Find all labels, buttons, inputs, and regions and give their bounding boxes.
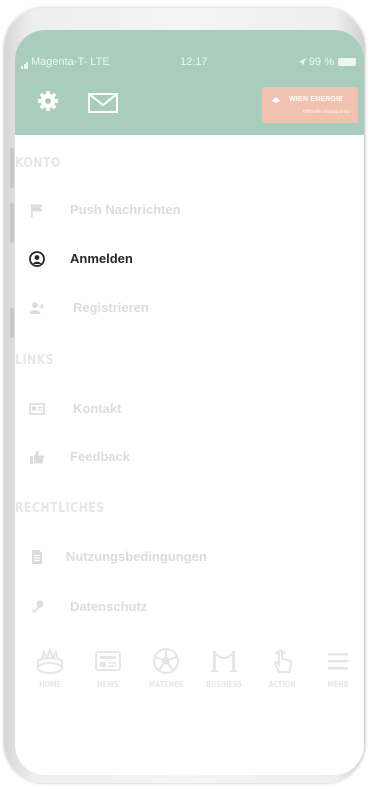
stadium-icon xyxy=(37,647,63,674)
volume-down-button xyxy=(10,203,14,243)
add-user-icon xyxy=(29,302,45,314)
sponsor-logo-name: WIEN ENERGIE xyxy=(289,96,344,103)
sponsor-logo-subtitle: Offizieller Hauptsponsor xyxy=(303,109,351,114)
menu-item-label: Kontakt xyxy=(73,401,122,416)
tab-label: BUSINESS xyxy=(206,680,242,689)
contact-card-icon xyxy=(29,403,45,415)
clock: 12:17 xyxy=(180,56,208,68)
battery-label: 99 % xyxy=(298,56,334,68)
sponsor-logo-mark-icon xyxy=(272,97,280,103)
tab-label: MATCHES xyxy=(148,680,184,689)
bottom-tab-bar: HOME NEWS MATCHES BUSINESS ACTION MEHR xyxy=(15,640,364,710)
section-title-konto: KONTO xyxy=(15,156,61,171)
document-icon xyxy=(32,550,42,564)
menu-item-anmelden[interactable]: Anmelden xyxy=(15,244,364,274)
menu-item-label: Feedback xyxy=(70,449,130,464)
menu-item-label: Registrieren xyxy=(73,300,149,315)
tab-action[interactable]: ACTION xyxy=(253,640,311,710)
thumbs-up-icon xyxy=(30,451,45,464)
tab-matches[interactable]: MATCHES xyxy=(137,640,195,710)
hamburger-menu-icon xyxy=(328,653,348,670)
menu-item-kontakt[interactable]: Kontakt xyxy=(15,394,364,424)
tab-label: ACTION xyxy=(268,680,296,689)
tab-label: MEHR xyxy=(327,680,349,689)
newspaper-icon xyxy=(95,651,121,671)
tab-business[interactable]: BUSINESS xyxy=(195,640,253,710)
menu-item-label: Datenschutz xyxy=(70,599,148,614)
tab-news[interactable]: NEWS xyxy=(79,640,137,710)
section-title-links: LINKS xyxy=(15,353,55,368)
section-title-rechtliches: RECHTLICHES xyxy=(15,501,105,516)
soccer-ball-icon xyxy=(153,648,179,674)
carrier-label: Magenta-T- LTE xyxy=(21,56,110,69)
signal-icon xyxy=(21,57,29,69)
side-switch xyxy=(10,308,14,338)
menu-item-label: Anmelden xyxy=(70,251,133,266)
barrier-rope-icon xyxy=(211,651,237,672)
menu-item-datenschutz[interactable]: Datenschutz xyxy=(15,592,364,622)
tap-hand-icon xyxy=(273,649,293,673)
menu-item-nutzungsbedingungen[interactable]: Nutzungsbedingungen xyxy=(15,542,364,572)
user-circle-icon xyxy=(29,251,45,267)
menu-item-label: Push Nachrichten xyxy=(70,202,181,217)
mail-icon[interactable] xyxy=(88,93,118,113)
menu-item-push-nachrichten[interactable]: Push Nachrichten xyxy=(15,195,364,225)
tab-home[interactable]: HOME xyxy=(21,640,79,710)
app-header: Magenta-T- LTE 12:17 99 % WIEN ENERGIE O… xyxy=(15,30,364,135)
status-bar: Magenta-T- LTE 12:17 99 % xyxy=(15,56,364,70)
key-icon xyxy=(31,600,44,614)
tab-label: NEWS xyxy=(97,680,119,689)
tab-label: HOME xyxy=(39,680,61,689)
menu-item-feedback[interactable]: Feedback xyxy=(15,442,364,472)
flag-icon xyxy=(31,204,43,217)
tab-mehr[interactable]: MEHR xyxy=(309,640,364,710)
sponsor-logo[interactable]: WIEN ENERGIE Offizieller Hauptsponsor xyxy=(262,87,358,123)
phone-frame: Magenta-T- LTE 12:17 99 % WIEN ENERGIE O… xyxy=(4,8,365,783)
menu-item-registrieren[interactable]: Registrieren xyxy=(15,293,364,323)
menu-item-label: Nutzungsbedingungen xyxy=(66,549,207,564)
battery-icon xyxy=(338,58,356,66)
volume-up-button xyxy=(10,148,14,188)
app-screen: Magenta-T- LTE 12:17 99 % WIEN ENERGIE O… xyxy=(15,30,364,775)
location-arrow-icon xyxy=(298,58,306,66)
gear-icon[interactable] xyxy=(38,91,58,111)
